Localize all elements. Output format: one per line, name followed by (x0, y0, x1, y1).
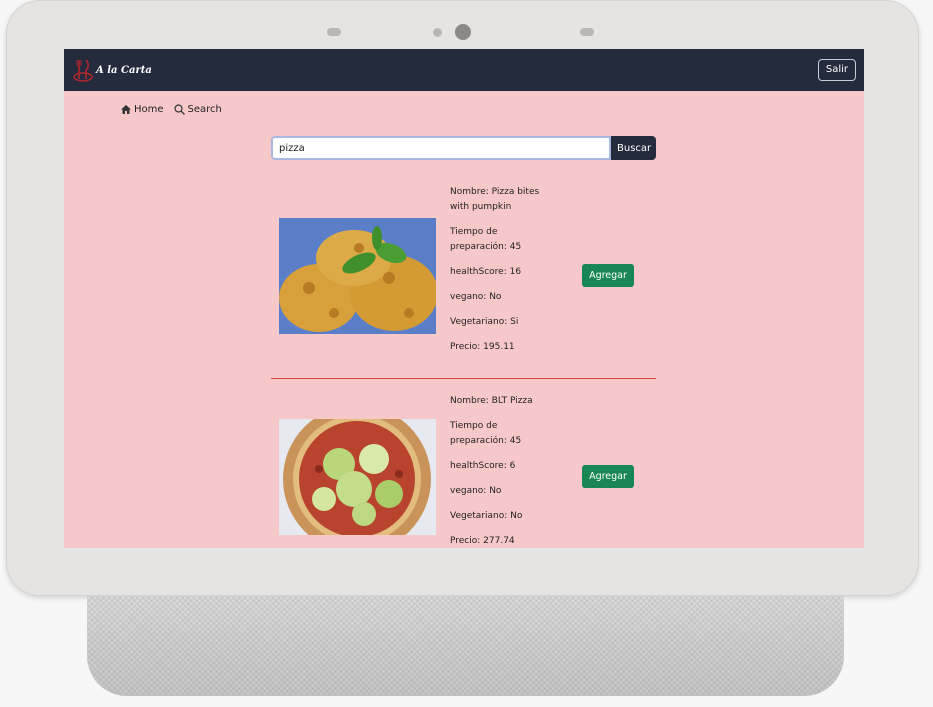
dish-prep-time: Tiempo de preparación: 45 (450, 227, 522, 252)
add-button[interactable]: Agregar (582, 264, 634, 287)
dish-vegetarian: Vegetariano: No (450, 511, 523, 521)
search-bar: Buscar (271, 136, 656, 160)
brand-name: A la Carta (96, 64, 152, 76)
search-input[interactable] (271, 136, 611, 160)
result-divider (271, 378, 656, 379)
app-screen: A la Carta Salir Home Search Buscar (64, 49, 864, 548)
device-stand (87, 596, 844, 696)
home-link[interactable]: Home (121, 104, 164, 115)
result-item: Nombre: Pizza bites with pumpkin Tiempo … (271, 185, 656, 365)
dish-name: Nombre: Pizza bites with pumpkin (450, 187, 540, 212)
home-icon (121, 105, 131, 114)
dish-vegetarian: Vegetariano: Si (450, 317, 519, 327)
dish-vegan: vegano: No (450, 486, 502, 496)
dish-image (279, 218, 436, 334)
navbar: A la Carta Salir (64, 49, 864, 91)
dish-info: Nombre: Pizza bites with pumpkin Tiempo … (450, 185, 550, 365)
sensor-left (327, 28, 341, 36)
dish-name: Nombre: BLT Pizza (450, 396, 533, 406)
result-item: Nombre: BLT Pizza Tiempo de preparación:… (271, 394, 656, 548)
dish-image (279, 419, 436, 535)
search-label: Search (187, 104, 222, 115)
logout-button[interactable]: Salir (817, 59, 856, 81)
sensor-right (580, 28, 594, 36)
breadcrumb: Home Search (121, 104, 232, 115)
home-label: Home (134, 104, 164, 115)
dish-health-score: healthScore: 6 (450, 461, 516, 471)
dish-prep-time: Tiempo de preparación: 45 (450, 421, 522, 446)
restaurant-logo-icon (73, 59, 93, 82)
dish-health-score: healthScore: 16 (450, 267, 522, 277)
dish-info: Nombre: BLT Pizza Tiempo de preparación:… (450, 394, 550, 548)
dish-price: Precio: 277.74 (450, 536, 515, 546)
dish-price: Precio: 195.11 (450, 342, 515, 352)
dish-vegan: vegano: No (450, 292, 502, 302)
brand[interactable]: A la Carta (72, 57, 152, 83)
camera-lens (455, 24, 471, 40)
search-link[interactable]: Search (173, 104, 222, 115)
add-button[interactable]: Agregar (582, 465, 634, 488)
sensor-dot (433, 28, 442, 37)
search-button[interactable]: Buscar (611, 136, 656, 160)
search-icon (173, 104, 185, 115)
